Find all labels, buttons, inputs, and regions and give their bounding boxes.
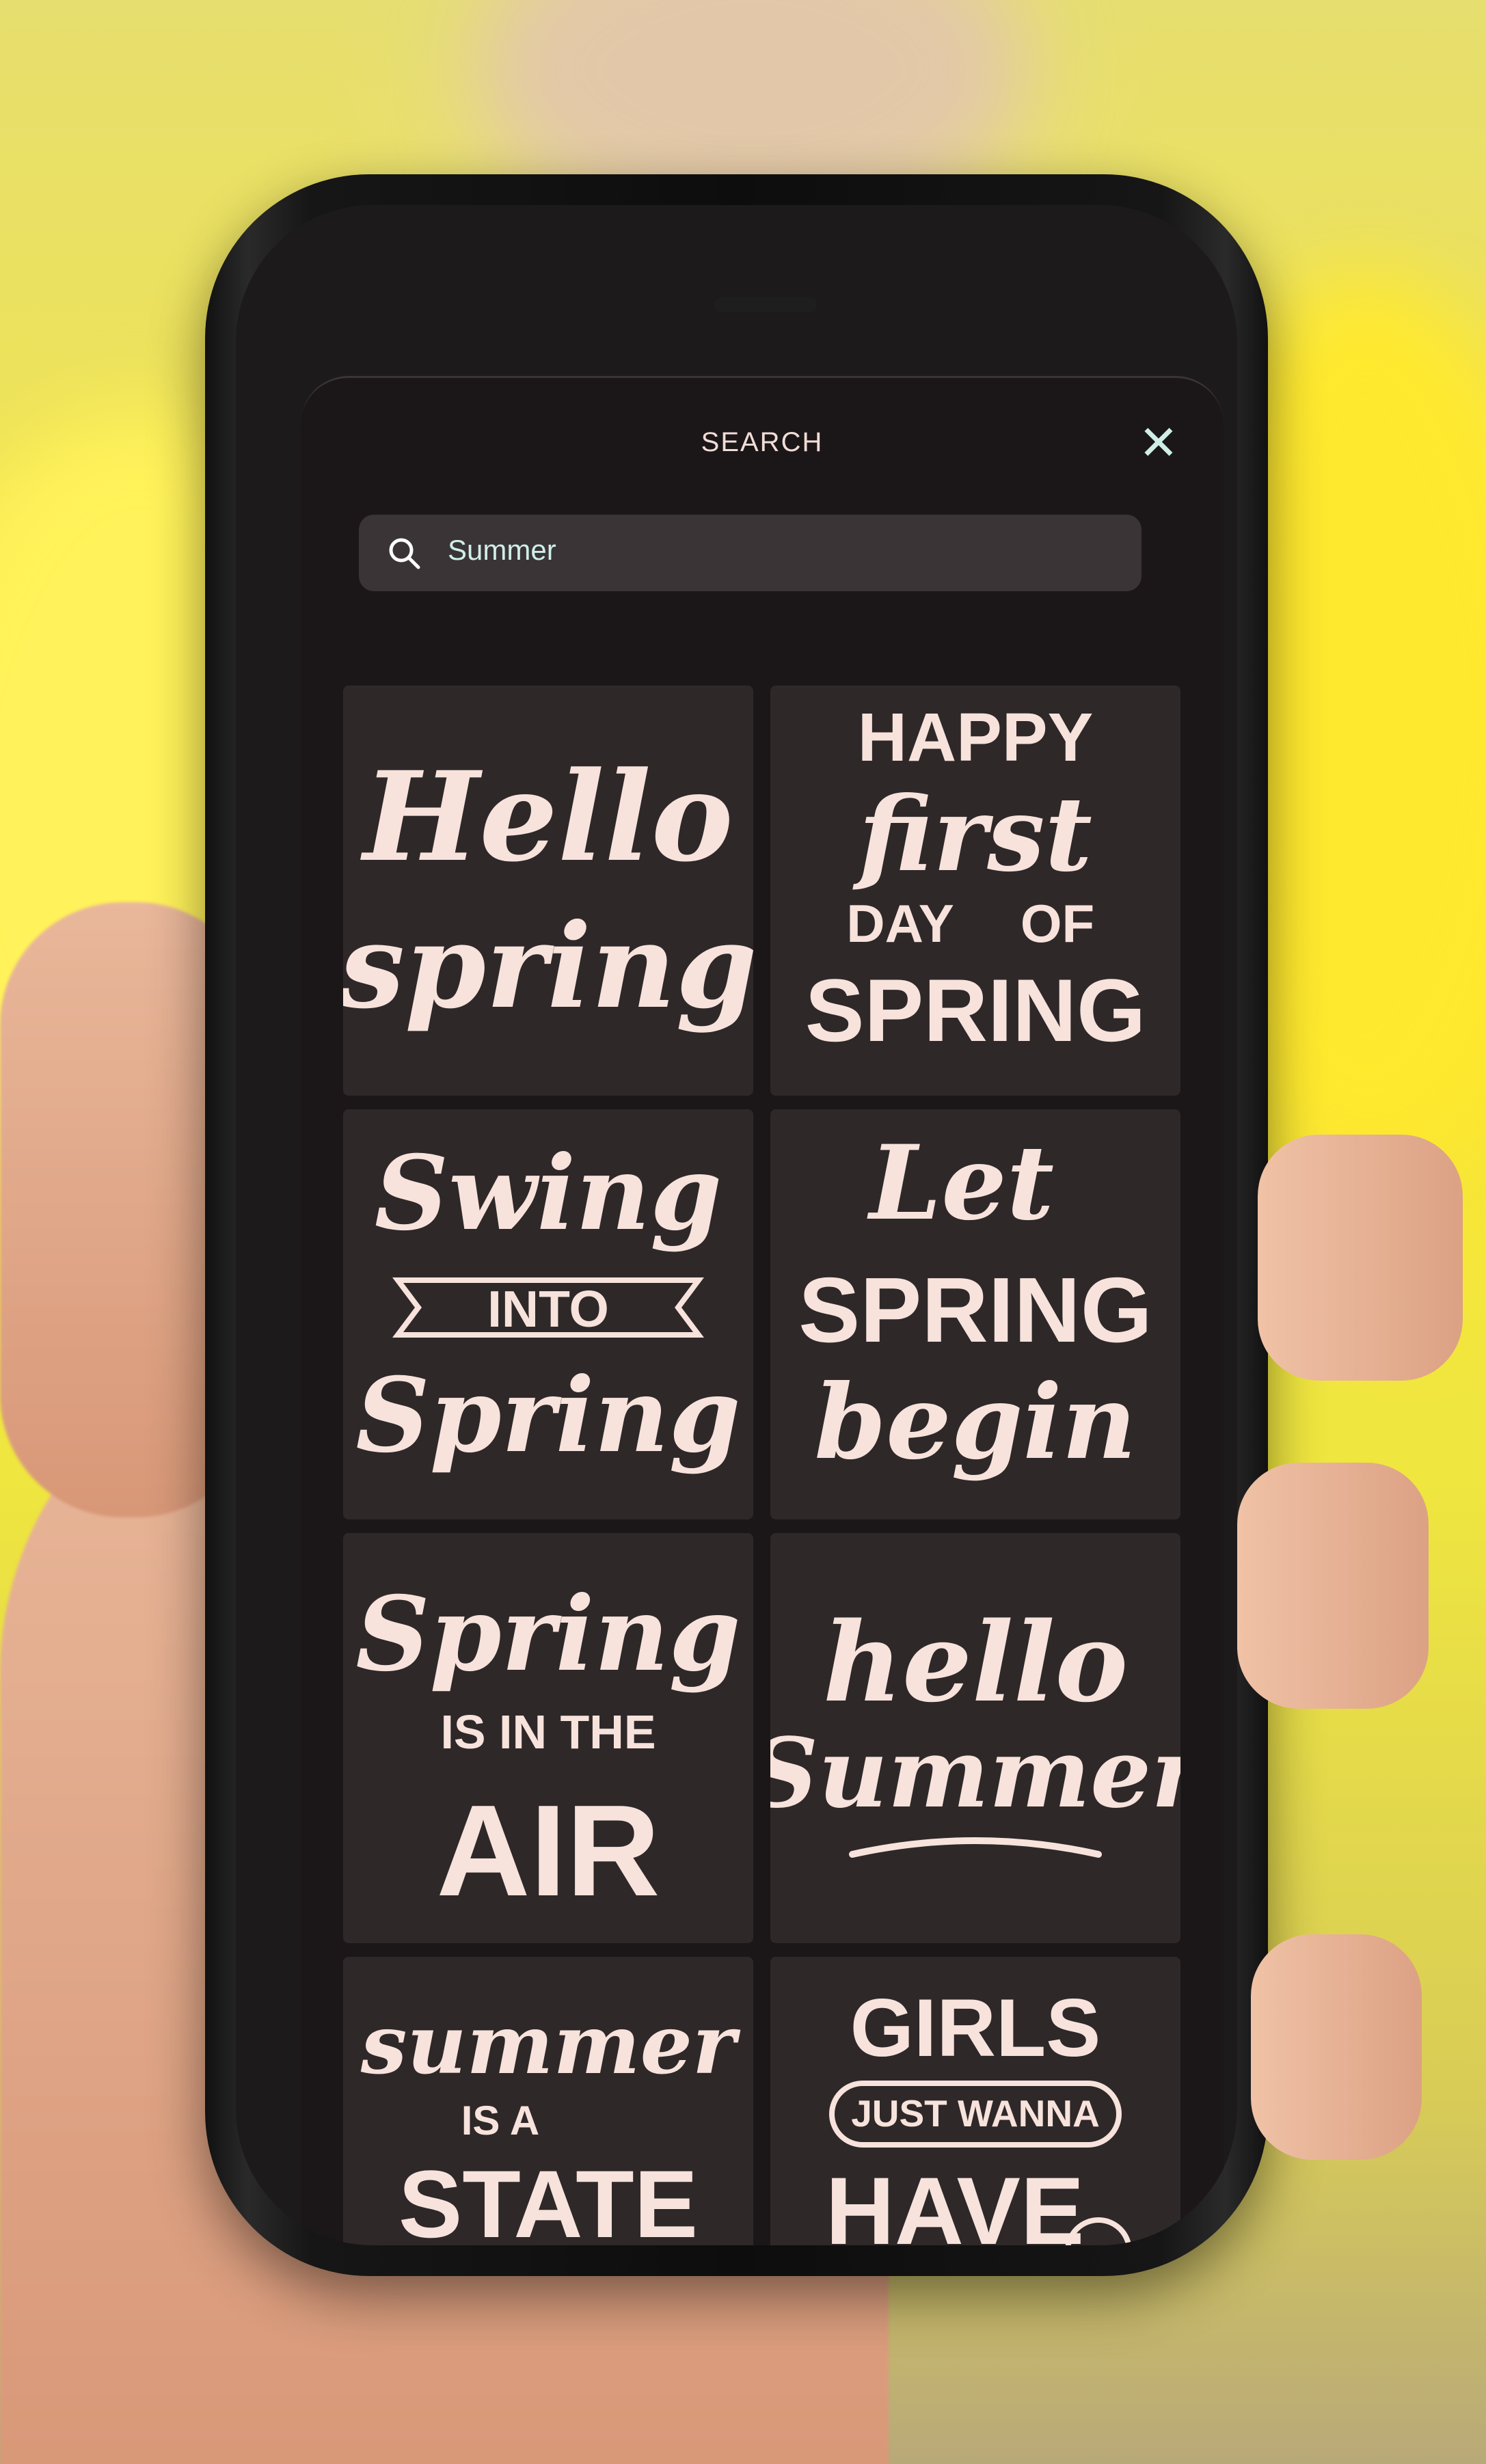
sticker-spring-in-the-air: Spring IS IN THE AIR — [355, 1574, 740, 1923]
sticker-text: begin — [814, 1362, 1136, 1483]
earpiece — [714, 297, 817, 312]
sticker-text: Swing — [375, 1133, 722, 1254]
results-grid: Hello spring HAPPY first DAY OF SPRING S… — [343, 686, 1180, 2245]
sticker-text: summer — [360, 1996, 741, 2093]
result-hello-spring[interactable]: Hello spring — [343, 686, 753, 1096]
search-input-value[interactable]: Summer — [448, 534, 556, 567]
close-icon[interactable]: ✕ — [1131, 416, 1186, 470]
sheet-title: SEARCH — [701, 427, 824, 457]
sticker-summer-state: summer IS A STATE OF — [360, 1996, 741, 2245]
result-spring-is-in-the-air[interactable]: Spring IS IN THE AIR — [343, 1533, 753, 1943]
result-swing-into-spring[interactable]: Swing INTO Spring — [343, 1109, 753, 1519]
sticker-girls-just-wanna: GIRLS JUST WANNA HAVE — [826, 1982, 1132, 2245]
result-let-spring-begin[interactable]: Let SPRING begin — [770, 1109, 1180, 1519]
search-field[interactable]: Summer — [359, 515, 1141, 591]
phone-screen: SEARCH ✕ Summer Hello spring HAPPY first… — [236, 205, 1237, 2245]
sticker-text: spring — [343, 898, 753, 1035]
sticker-text: Spring — [355, 1574, 740, 1694]
sticker-text: GIRLS — [850, 1982, 1101, 2074]
result-hello-summer[interactable]: hello Summer — [770, 1533, 1180, 1943]
sticker-text: first — [852, 774, 1092, 895]
finger-1 — [1258, 1135, 1463, 1381]
sticker-text: Summer — [770, 1718, 1180, 1830]
sticker-happy-first-day: HAPPY first DAY OF SPRING — [805, 699, 1146, 1060]
finger-3 — [1251, 1934, 1422, 2160]
finger-2 — [1237, 1463, 1429, 1709]
sticker-text: AIR — [436, 1778, 660, 1923]
sticker-text: hello — [823, 1598, 1128, 1727]
search-sheet: SEARCH ✕ Summer Hello spring HAPPY first… — [301, 376, 1224, 2245]
sticker-text: SPRING — [805, 960, 1146, 1060]
sticker-text: DAY — [846, 893, 954, 953]
sticker-text: IS IN THE — [440, 1705, 656, 1759]
result-girls-just-wanna-have[interactable]: GIRLS JUST WANNA HAVE — [770, 1957, 1180, 2245]
search-icon — [389, 538, 420, 569]
sticker-text: Hello — [360, 745, 733, 889]
sticker-swing-into-spring: Swing INTO Spring — [355, 1133, 740, 1476]
sticker-let-spring-begin: Let SPRING begin — [798, 1123, 1152, 1483]
sticker-text: IS A — [461, 2098, 539, 2143]
photo-background: SEARCH ✕ Summer Hello spring HAPPY first… — [0, 0, 1486, 2464]
sticker-text: STATE — [398, 2150, 698, 2245]
sticker-text: Spring — [355, 1355, 740, 1476]
result-happy-first-day-of-spring[interactable]: HAPPY first DAY OF SPRING — [770, 686, 1180, 1096]
sticker-text: HAPPY — [858, 699, 1094, 776]
sticker-text: INTO — [487, 1280, 609, 1338]
sticker-text: JUST WANNA — [851, 2092, 1100, 2135]
sticker-hello-spring: Hello spring — [343, 745, 753, 1035]
sticker-text: Let — [867, 1123, 1054, 1243]
sticker-text: OF — [1021, 893, 1094, 953]
sticker-text: HAVE — [826, 2157, 1085, 2245]
sticker-text: SPRING — [798, 1258, 1152, 1362]
sticker-hello-summer: hello Summer — [770, 1598, 1180, 1858]
result-summer-is-a-state-of[interactable]: summer IS A STATE OF — [343, 1957, 753, 2245]
phone: SEARCH ✕ Summer Hello spring HAPPY first… — [205, 174, 1268, 2276]
swash — [849, 1837, 1102, 1858]
